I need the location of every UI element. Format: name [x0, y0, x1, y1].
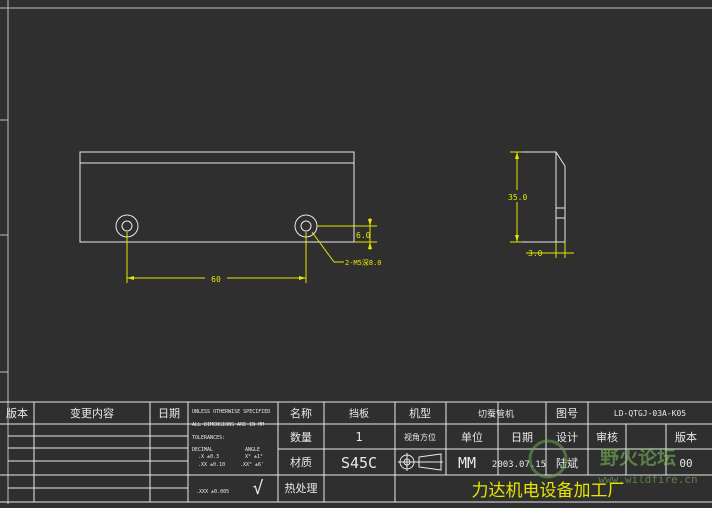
label-material: 材质	[290, 455, 312, 469]
hole-callout: 2-M5深8.0	[311, 231, 382, 267]
tol-line4b: ANGLE	[245, 447, 260, 453]
watermark-url: www.wildfire.cn	[598, 473, 697, 486]
label-review: 审核	[596, 430, 618, 444]
dimension-35-label: 35.0	[508, 193, 527, 202]
value-unit: MM	[458, 454, 476, 472]
dimension-60: 60	[126, 232, 307, 284]
label-model: 机型	[409, 406, 431, 420]
cad-drawing-sheet: 60 6.0 2-M5深8.0 35.0 3.0 版本 变更内容 日期 UNLE…	[0, 0, 712, 504]
watermark-text: 野火论坛	[600, 446, 676, 469]
dimension-6-label: 6.0	[356, 231, 371, 240]
tol-line7a: .XXX ±0.005	[196, 489, 229, 495]
sheet-border	[0, 0, 712, 504]
value-material: S45C	[341, 454, 377, 472]
dimension-60-label: 60	[211, 275, 221, 284]
tol-line5a: .X ±0.3	[198, 454, 219, 460]
value-name: 挡板	[349, 407, 369, 420]
title-block-text: 版本 变更内容 日期 UNLESS OTHERWISE SPECIFIED AL…	[6, 406, 697, 501]
side-view: 35.0 3.0	[506, 151, 574, 258]
tol-line3: TOLERANCES:	[192, 435, 225, 441]
label-qty: 数量	[290, 431, 312, 444]
tol-line1: UNLESS OTHERWISE SPECIFIED	[192, 409, 270, 415]
dimension-6: 6.0	[317, 218, 377, 250]
drawing-canvas: 60 6.0 2-M5深8.0 35.0 3.0 版本 变更内容 日期 UNLE…	[0, 0, 712, 504]
value-date: 2003.07.15	[492, 460, 546, 470]
label-view-dir: 视角方位	[404, 432, 436, 442]
tol-line6b: .XX° ±6'	[240, 462, 264, 468]
value-version: 00	[679, 457, 692, 470]
header-date: 日期	[158, 407, 180, 420]
part-outline	[79, 151, 355, 243]
value-qty: 1	[355, 430, 362, 444]
label-version: 版本	[675, 430, 697, 444]
value-drawing-no: LD-QTGJ-03A-K05	[614, 409, 686, 418]
tol-line5b: X° ±1°	[245, 454, 263, 460]
label-heat: 热处理	[285, 482, 318, 495]
label-date: 日期	[511, 431, 533, 444]
label-name: 名称	[290, 406, 312, 420]
label-unit: 单位	[461, 430, 483, 444]
dimension-3: 3.0	[526, 242, 574, 258]
dimension-35: 35.0	[506, 151, 530, 243]
front-view: 60 6.0 2-M5深8.0	[79, 151, 382, 284]
projection-symbol-icon	[398, 453, 443, 471]
dimension-3-label: 3.0	[528, 249, 543, 258]
header-change: 变更内容	[70, 406, 114, 420]
check-mark: √	[253, 478, 264, 499]
tol-line4a: DECIMAL	[192, 447, 213, 453]
label-design: 设计	[556, 431, 578, 444]
value-model: 切蚕管机	[478, 408, 514, 420]
header-version: 版本	[6, 406, 28, 420]
hole-callout-label: 2-M5深8.0	[345, 258, 382, 267]
tol-line2: ALL DIMENSIONS ARE IN MM	[192, 422, 264, 428]
tol-line6a: .XX ±0.10	[198, 462, 225, 468]
label-drawing-no: 图号	[556, 407, 578, 420]
